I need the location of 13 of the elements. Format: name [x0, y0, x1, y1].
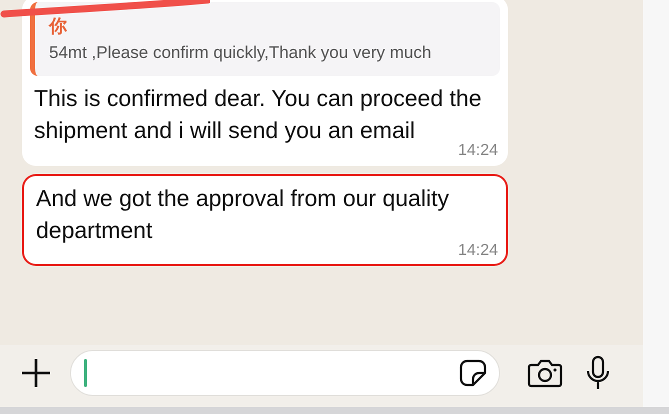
quote-text: 54mt ,Please confirm quickly,Thank you very much	[49, 42, 432, 64]
message-text: This is confirmed dear. You can proceed the shipment and i will send you an email	[34, 84, 483, 144]
quoted-message[interactable]: 你 54mt ,Please confirm quickly,Thank you very much	[30, 2, 500, 76]
plus-icon[interactable]	[20, 357, 52, 389]
text-cursor-icon	[84, 359, 87, 387]
message-text: And we got the approval from our quality department	[36, 184, 450, 245]
microphone-icon[interactable]	[585, 355, 611, 391]
sticker-icon[interactable]	[459, 359, 487, 387]
message-input-field[interactable]	[70, 350, 500, 396]
message-time: 14:24	[458, 242, 498, 259]
quote-author: 你	[49, 15, 67, 38]
message-time: 14:24	[458, 142, 498, 159]
camera-icon[interactable]	[527, 358, 563, 388]
